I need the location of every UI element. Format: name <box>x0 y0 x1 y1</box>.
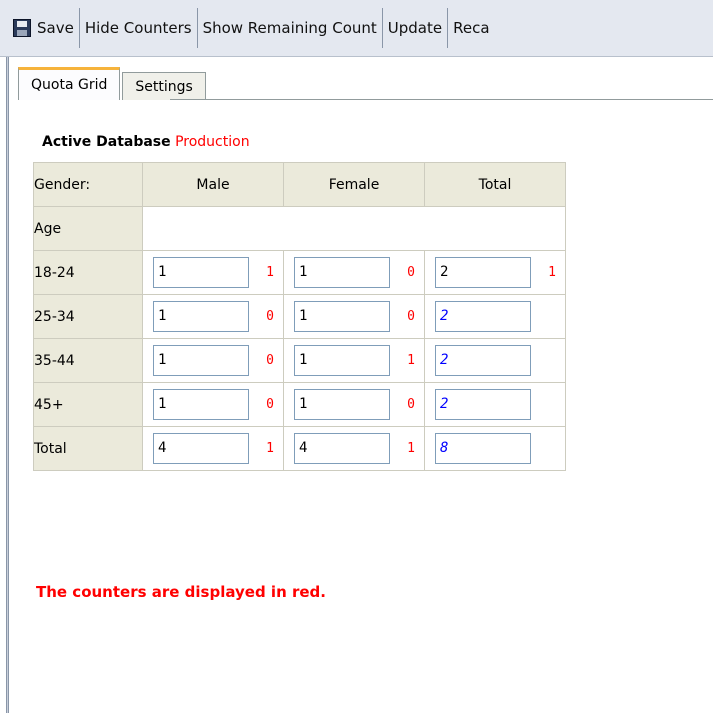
female-cell: 1 0 <box>283 250 425 295</box>
save-button[interactable]: Save <box>8 8 80 48</box>
calculated-total-input[interactable]: 2 <box>435 345 531 376</box>
quota-input[interactable]: 1 <box>153 257 249 288</box>
total-cell: 2 <box>424 294 566 339</box>
counter-value: 1 <box>548 265 556 280</box>
quota-input[interactable]: 1 <box>153 301 249 332</box>
quota-input[interactable]: 4 <box>153 433 249 464</box>
quota-input[interactable]: 1 <box>153 345 249 376</box>
toolbar-buttons: Save Hide Counters Show Remaining Count … <box>8 8 495 48</box>
counter-value: 1 <box>407 441 415 456</box>
row-label: 18-24 <box>33 250 143 295</box>
calculated-total-input[interactable]: 8 <box>435 433 531 464</box>
female-cell: 1 0 <box>283 294 425 339</box>
row-label: Total <box>33 426 143 471</box>
active-database-label: Active Database <box>42 134 171 150</box>
row-label: 45+ <box>33 382 143 427</box>
column-header-female: Female <box>283 162 425 207</box>
quota-input[interactable]: 1 <box>294 345 390 376</box>
table-row: 35-44 1 0 1 1 2 <box>33 338 566 383</box>
total-cell: 2 <box>424 382 566 427</box>
female-cell: 1 0 <box>283 382 425 427</box>
counter-value: 1 <box>266 265 274 280</box>
column-header-male: Male <box>142 162 284 207</box>
total-cell: 8 <box>424 426 566 471</box>
male-cell: 4 1 <box>142 426 284 471</box>
age-row-blank <box>142 206 566 251</box>
counters-note: The counters are displayed in red. <box>36 583 326 601</box>
tab-settings[interactable]: Settings <box>122 72 206 100</box>
table-row: 18-24 1 1 1 0 2 1 <box>33 250 566 295</box>
quota-input[interactable]: 2 <box>435 257 531 288</box>
recalculate-button[interactable]: Reca <box>448 8 494 48</box>
total-cell: 2 <box>424 338 566 383</box>
tab-quota-grid[interactable]: Quota Grid <box>18 67 121 100</box>
quota-input[interactable]: 1 <box>153 389 249 420</box>
tab-strip: Quota Grid Settings <box>18 66 208 100</box>
counter-value: 1 <box>266 441 274 456</box>
quota-grid-table: Gender: Male Female Total Age 18-24 1 1 … <box>33 162 566 471</box>
table-row: 25-34 1 0 1 0 2 <box>33 294 566 339</box>
male-cell: 1 1 <box>142 250 284 295</box>
male-cell: 1 0 <box>142 338 284 383</box>
female-cell: 1 1 <box>283 338 425 383</box>
male-cell: 1 0 <box>142 294 284 339</box>
floppy-disk-icon <box>13 19 31 37</box>
counter-value: 0 <box>407 397 415 412</box>
quota-input[interactable]: 1 <box>294 257 390 288</box>
row-label: 35-44 <box>33 338 143 383</box>
hide-counters-button[interactable]: Hide Counters <box>80 8 198 48</box>
show-remaining-count-button[interactable]: Show Remaining Count <box>198 8 383 48</box>
calculated-total-input[interactable]: 2 <box>435 301 531 332</box>
quota-input[interactable]: 1 <box>294 301 390 332</box>
female-cell: 4 1 <box>283 426 425 471</box>
age-row: Age <box>33 206 566 251</box>
counter-value: 0 <box>266 353 274 368</box>
gender-header: Gender: <box>33 162 143 207</box>
left-frame-border <box>6 57 9 713</box>
counter-value: 0 <box>407 309 415 324</box>
column-header-total: Total <box>424 162 566 207</box>
table-row: 45+ 1 0 1 0 2 <box>33 382 566 427</box>
male-cell: 1 0 <box>142 382 284 427</box>
counter-value: 0 <box>266 397 274 412</box>
update-button[interactable]: Update <box>383 8 449 48</box>
save-label: Save <box>37 19 74 37</box>
quota-input[interactable]: 1 <box>294 389 390 420</box>
table-row: Total 4 1 4 1 8 <box>33 426 566 471</box>
calculated-total-input[interactable]: 2 <box>435 389 531 420</box>
header-row: Gender: Male Female Total <box>33 162 566 207</box>
active-database-value: Production <box>175 134 250 150</box>
toolbar: Save Hide Counters Show Remaining Count … <box>0 0 713 57</box>
active-database: Active Database Production <box>42 134 250 150</box>
counter-value: 0 <box>266 309 274 324</box>
counter-value: 0 <box>407 265 415 280</box>
tab-divider <box>170 99 713 100</box>
age-header: Age <box>33 206 143 251</box>
counter-value: 1 <box>407 353 415 368</box>
total-cell: 2 1 <box>424 250 566 295</box>
quota-input[interactable]: 4 <box>294 433 390 464</box>
row-label: 25-34 <box>33 294 143 339</box>
